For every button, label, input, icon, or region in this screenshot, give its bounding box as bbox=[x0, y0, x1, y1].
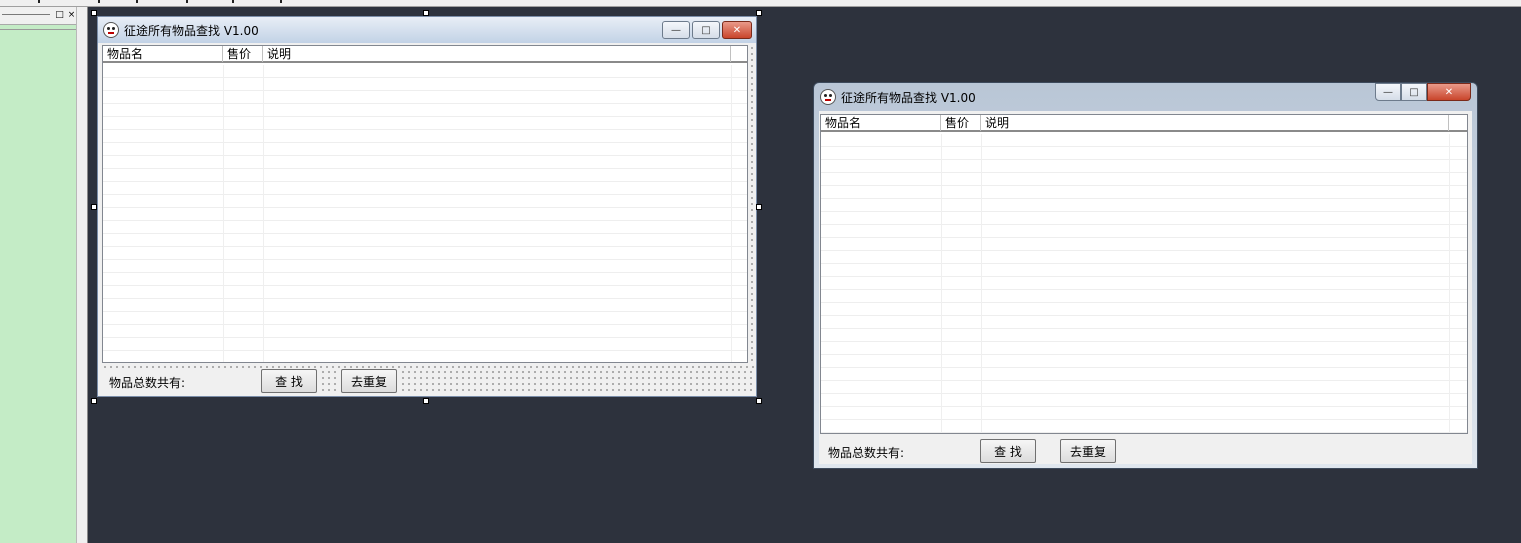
item-count-label: 物品总数共有: bbox=[828, 446, 905, 460]
maximize-button[interactable]: □ bbox=[692, 21, 720, 39]
dock-grip[interactable] bbox=[2, 14, 50, 15]
column-divider bbox=[263, 65, 264, 362]
design-grid-dots bbox=[749, 45, 755, 365]
toolbar-strip bbox=[0, 0, 1521, 7]
app-face-icon bbox=[103, 22, 119, 38]
toolbar-tick bbox=[280, 0, 282, 3]
toolbar-tick bbox=[38, 0, 40, 3]
column-item-name[interactable]: 物品名 bbox=[103, 46, 223, 62]
dock-divider bbox=[0, 29, 76, 30]
toolbar-tick bbox=[136, 0, 138, 3]
list-body[interactable] bbox=[821, 134, 1467, 433]
dock-panel: □ × bbox=[0, 7, 80, 543]
column-price[interactable]: 售价 bbox=[941, 115, 981, 131]
preview-client-area: 物品名 售价 说明 物品总数共有: 查 找 去重复 bbox=[819, 111, 1472, 464]
preview-window[interactable]: 征途所有物品查找 V1.00 — □ ✕ 物品名 售价 说明 物品总数共有: 查… bbox=[813, 82, 1478, 469]
column-divider bbox=[981, 134, 982, 433]
toolbar-tick bbox=[232, 0, 234, 3]
resize-handle-ne[interactable] bbox=[756, 10, 762, 16]
column-description[interactable]: 说明 bbox=[981, 115, 1449, 131]
resize-handle-nw[interactable] bbox=[91, 10, 97, 16]
designer-title: 征途所有物品查找 V1.00 bbox=[124, 23, 259, 38]
app-face-icon bbox=[820, 89, 836, 105]
column-divider bbox=[1449, 134, 1450, 433]
preview-title: 征途所有物品查找 V1.00 bbox=[841, 90, 976, 105]
item-count-label: 物品总数共有: bbox=[109, 376, 186, 390]
maximize-button[interactable]: □ bbox=[1401, 83, 1427, 101]
resize-handle-e[interactable] bbox=[756, 204, 762, 210]
list-header: 物品名 售价 说明 bbox=[821, 115, 1467, 132]
column-divider bbox=[731, 65, 732, 362]
list-body[interactable] bbox=[103, 65, 747, 362]
column-price[interactable]: 售价 bbox=[223, 46, 263, 62]
designer-form[interactable]: 征途所有物品查找 V1.00 — □ ✕ 物品名 售价 说明 物品总数共有: 查… bbox=[97, 16, 757, 397]
dock-header: □ × bbox=[0, 7, 80, 25]
resize-handle-n[interactable] bbox=[423, 10, 429, 16]
toolbar-tick bbox=[98, 0, 100, 3]
dock-restore-button[interactable]: □ bbox=[54, 10, 65, 21]
dedupe-button[interactable]: 去重复 bbox=[341, 369, 397, 393]
minimize-button[interactable]: — bbox=[1375, 83, 1401, 101]
column-item-name[interactable]: 物品名 bbox=[821, 115, 941, 131]
search-button[interactable]: 查 找 bbox=[261, 369, 317, 393]
dedupe-button[interactable]: 去重复 bbox=[1060, 439, 1116, 463]
item-list[interactable]: 物品名 售价 说明 bbox=[820, 114, 1468, 434]
column-divider bbox=[223, 65, 224, 362]
resize-handle-sw[interactable] bbox=[91, 398, 97, 404]
close-button[interactable]: ✕ bbox=[722, 21, 752, 39]
preview-titlebar[interactable]: 征途所有物品查找 V1.00 — □ ✕ bbox=[814, 83, 1477, 111]
dock-splitter[interactable] bbox=[76, 7, 88, 543]
resize-handle-se[interactable] bbox=[756, 398, 762, 404]
resize-handle-w[interactable] bbox=[91, 204, 97, 210]
design-grid-dots bbox=[400, 369, 755, 395]
design-grid-dots bbox=[102, 364, 755, 368]
column-divider bbox=[941, 134, 942, 433]
resize-handle-s[interactable] bbox=[423, 398, 429, 404]
design-grid-dots bbox=[320, 369, 340, 395]
close-button[interactable]: ✕ bbox=[1427, 83, 1471, 101]
column-description[interactable]: 说明 bbox=[263, 46, 731, 62]
toolbar-tick bbox=[186, 0, 188, 3]
designer-titlebar[interactable]: 征途所有物品查找 V1.00 — □ ✕ bbox=[98, 17, 756, 43]
list-header: 物品名 售价 说明 bbox=[103, 46, 747, 63]
search-button[interactable]: 查 找 bbox=[980, 439, 1036, 463]
minimize-button[interactable]: — bbox=[662, 21, 690, 39]
item-list[interactable]: 物品名 售价 说明 bbox=[102, 45, 748, 363]
